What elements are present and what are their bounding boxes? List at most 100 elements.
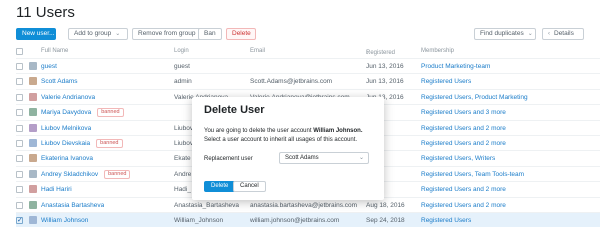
row-checkbox[interactable] [16, 139, 23, 147]
dialog-message-end: Select a user account to inherit all usa… [204, 136, 358, 143]
user-login: guest [174, 63, 190, 70]
replacement-user-label: Replacement user [204, 156, 253, 162]
add-to-group-label: Add to group [74, 30, 112, 37]
header-email[interactable]: Email [250, 48, 265, 54]
user-membership[interactable]: Registered Users and 2 more [421, 198, 506, 213]
user-login: William_Johnson [174, 216, 224, 224]
header-membership[interactable]: Membership [421, 48, 454, 54]
user-name-label: Mariya Davydova [41, 109, 92, 117]
row-checkbox[interactable] [16, 213, 23, 228]
row-checkbox[interactable] [16, 93, 23, 101]
user-membership[interactable]: Product Marketing-team [421, 59, 490, 74]
user-name-label: Valerie Andrianova [41, 93, 96, 101]
user-membership[interactable]: Registered Users and 2 more [421, 136, 506, 151]
user-name[interactable]: Valerie Andrianova [41, 90, 95, 105]
table-header: Full Name Login Email Registered ↓ Membe… [16, 46, 600, 58]
user-name[interactable]: guest [41, 59, 57, 74]
table-row[interactable]: guest guest Jun 13, 2016 Product Marketi… [16, 58, 600, 73]
user-name[interactable]: Mariya Davydova banned [41, 105, 124, 120]
user-membership[interactable]: Registered Users [421, 213, 471, 228]
user-name-label: Ekaterina Ivanova [41, 155, 94, 163]
dialog-message-start: You are going to delete the user account [204, 128, 314, 134]
user-name[interactable]: Anastasia Bartasheva [41, 198, 104, 213]
details-label: Details [554, 30, 574, 37]
avatar [29, 62, 37, 70]
chevron-left-icon: ‹ [548, 31, 550, 37]
dialog-message: You are going to delete the user account… [204, 127, 376, 144]
dialog-message-user: William Johnson. [313, 128, 363, 134]
table-row[interactable]: William Johnson William_Johnson william.… [16, 211, 600, 228]
user-name[interactable]: Andrey Skladchikov banned [41, 167, 131, 182]
avatar [29, 185, 37, 194]
user-membership[interactable]: Registered Users [421, 74, 471, 89]
select-all-checkbox[interactable] [16, 48, 23, 55]
delete-user-dialog: Delete User You are going to delete the … [192, 97, 384, 200]
user-membership[interactable]: Registered Users, Team Tools-team [421, 167, 524, 182]
row-checkbox[interactable] [16, 63, 23, 70]
details-button[interactable]: ‹ Details [542, 28, 584, 40]
user-name[interactable]: Liubov Melnikova [41, 121, 91, 136]
avatar [29, 215, 37, 224]
row-checkbox[interactable] [16, 170, 23, 178]
ban-button[interactable]: Ban [198, 28, 222, 40]
table-row[interactable]: Scott Adams admin Scott.Adams@jetbrains.… [16, 73, 600, 88]
user-name-label: William Johnson [41, 216, 89, 224]
user-name[interactable]: Hadi Hariri [41, 182, 72, 197]
row-checkbox[interactable] [16, 201, 23, 209]
user-login: Liubov [174, 124, 194, 132]
user-name[interactable]: William Johnson [41, 213, 88, 228]
header-login[interactable]: Login [174, 48, 189, 54]
avatar [29, 77, 37, 86]
find-duplicates-label: Find duplicates [480, 30, 524, 37]
user-membership[interactable]: Registered Users and 3 more [421, 105, 506, 120]
user-membership[interactable]: Registered Users, Product Marketing [421, 90, 528, 105]
remove-from-group-label: Remove from group [138, 30, 196, 37]
avatar [29, 169, 37, 178]
user-membership[interactable]: Registered Users and 2 more [421, 182, 506, 197]
user-email: william.johnson@jetbrains.com [250, 216, 340, 224]
user-name-label: Scott Adams [41, 78, 78, 86]
replacement-user-value: Scott Adams [285, 155, 319, 161]
user-name[interactable]: Scott Adams [41, 74, 78, 89]
avatar [29, 200, 37, 209]
page-title: 11 Users [16, 4, 75, 21]
dialog-cancel-button[interactable]: Cancel [233, 181, 266, 192]
banned-badge: banned [96, 138, 123, 148]
user-name-label: Liubov Dievskaia [41, 139, 91, 147]
user-name[interactable]: Liubov Dievskaia banned [41, 136, 123, 151]
row-checkbox[interactable] [16, 186, 23, 194]
new-user-button[interactable]: New user... [16, 28, 56, 40]
avatar [29, 108, 37, 117]
user-name-label: Anastasia Bartasheva [41, 201, 105, 209]
user-login: Ekate [174, 155, 191, 163]
find-duplicates-button[interactable]: Find duplicates ⌄ [474, 28, 536, 40]
dialog-title: Delete User [204, 104, 265, 116]
sort-down-icon: ↓ [366, 50, 369, 56]
user-name[interactable]: Ekaterina Ivanova [41, 151, 93, 166]
replacement-user-select[interactable]: Scott Adams ⌄ [279, 152, 369, 164]
row-checkbox[interactable] [16, 124, 23, 132]
avatar [29, 92, 37, 101]
user-name-label: Liubov Melnikova [41, 124, 92, 132]
chevron-down-icon: ⌄ [115, 31, 121, 37]
user-login: Liubov [174, 139, 194, 147]
user-membership[interactable]: Registered Users and 2 more [421, 121, 506, 136]
row-checkbox[interactable] [16, 109, 23, 117]
user-login: Andre [174, 170, 192, 178]
row-checkbox[interactable] [16, 78, 23, 86]
dialog-delete-button[interactable]: Delete [204, 181, 236, 192]
add-to-group-button[interactable]: Add to group ⌄ [68, 28, 128, 40]
user-name-label: guest [41, 63, 57, 70]
delete-button[interactable]: Delete [226, 28, 256, 40]
row-checkbox[interactable] [16, 155, 23, 163]
user-registered: Sep 24, 2018 [366, 216, 405, 224]
user-name-label: Hadi Hariri [41, 186, 72, 194]
header-full-name[interactable]: Full Name [41, 48, 68, 54]
chevron-down-icon: ⌄ [527, 31, 533, 37]
avatar [29, 138, 37, 147]
user-login: Hadi_ [174, 186, 191, 194]
avatar [29, 154, 37, 163]
user-membership[interactable]: Registered Users, Writers [421, 151, 495, 166]
chevron-down-icon: ⌄ [358, 155, 364, 161]
toolbar: New user... Add to group ⌄ Remove from gr… [16, 28, 586, 40]
